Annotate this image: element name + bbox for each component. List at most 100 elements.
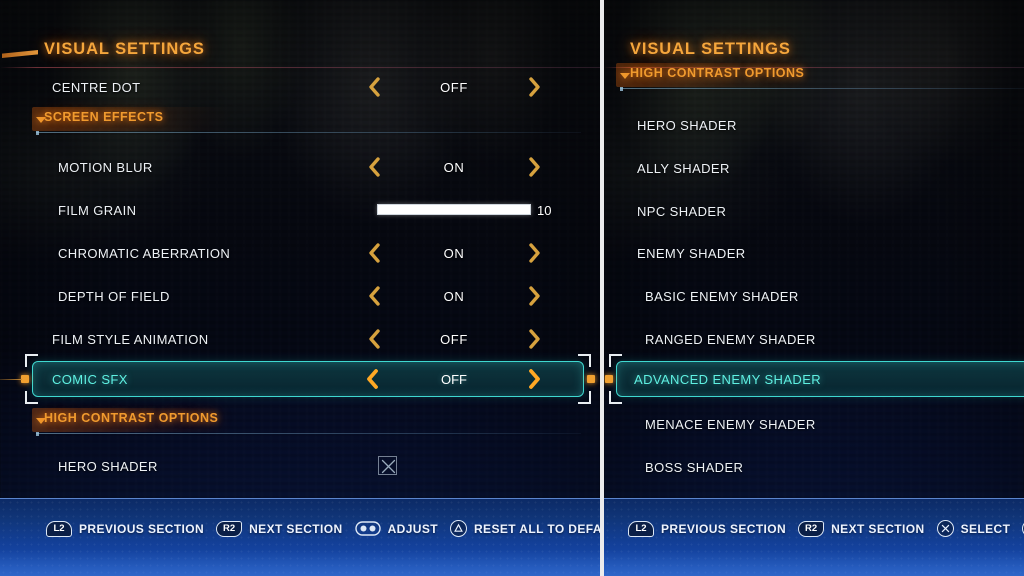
hint-previous-section[interactable]: L2 PREVIOUS SECTION	[628, 520, 787, 537]
section-header-high-contrast-options[interactable]: HIGH CONTRAST OPTIONS	[0, 408, 600, 437]
setting-label: NPC SHADER	[637, 203, 727, 219]
right-footer-bar: L2PREVIOUS SECTIONR2NEXT SECTIONSELECTRE…	[604, 498, 1024, 576]
setting-label: ENEMY SHADER	[637, 245, 746, 261]
selection-bracket-bl	[25, 391, 38, 404]
setting-label: DEPTH OF FIELD	[58, 288, 170, 304]
setting-row-menace-enemy-shader[interactable]: MENACE ENEMY SHADER	[604, 403, 1024, 445]
setting-label: CENTRE DOT	[52, 79, 141, 95]
setting-label: FILM STYLE ANIMATION	[52, 331, 209, 347]
hint-label: NEXT SECTION	[249, 521, 343, 536]
r2-button-icon: R2	[798, 520, 825, 537]
selection-marker-l	[21, 375, 29, 383]
decrement-arrow-icon[interactable]	[365, 369, 379, 389]
setting-label: HERO SHADER	[637, 117, 737, 133]
increment-arrow-icon[interactable]	[528, 329, 542, 349]
increment-arrow-icon[interactable]	[528, 157, 542, 177]
hint-reset-all-to-default[interactable]: RESET ALL TO DEFAULT	[449, 520, 600, 537]
hint-next-section[interactable]: R2 NEXT SECTION	[216, 520, 343, 537]
left-footer-bar: L2 PREVIOUS SECTION R2 NEXT SECTION ADJUST RE…	[0, 498, 600, 576]
r2-button-icon: R2	[216, 520, 243, 537]
decrement-arrow-icon[interactable]	[367, 243, 381, 263]
l2-button-icon: L2	[46, 520, 72, 537]
setting-row-chromatic-aberration[interactable]: CHROMATIC ABERRATION ON	[0, 232, 600, 274]
setting-row-enemy-shader[interactable]: ENEMY SHADER	[604, 232, 1024, 274]
hint-label: ADJUST	[387, 521, 438, 536]
cross-button-icon	[936, 520, 954, 537]
setting-row-comic-sfx-selected[interactable]: COMIC SFX OFF	[0, 354, 595, 404]
selection-marker-r	[587, 375, 595, 383]
hint-select[interactable]: SELECT	[936, 520, 1011, 537]
setting-row-boss-shader[interactable]: BOSS SHADER	[604, 446, 1024, 488]
settings-screen: VISUAL SETTINGS CENTRE DOT OFF SCREEN EFFE…	[0, 0, 1024, 576]
page-title: VISUAL SETTINGS	[630, 40, 791, 58]
selection-bracket-tl	[25, 354, 38, 367]
setting-label: COMIC SFX	[52, 372, 128, 387]
left-panel-header: VISUAL SETTINGS	[0, 36, 600, 68]
setting-row-depth-of-field[interactable]: DEPTH OF FIELD ON	[0, 275, 600, 317]
selection-bracket-tl	[609, 354, 622, 367]
setting-value: OFF	[441, 372, 467, 387]
checkbox-hero-shader[interactable]	[378, 456, 397, 475]
selection-bracket-tr	[578, 354, 591, 367]
setting-row-advanced-enemy-shader-selected[interactable]: ADVANCED ENEMY SHADER	[605, 354, 1024, 404]
setting-value: ON	[443, 159, 465, 175]
hint-label: RESET ALL TO DEFAULT	[473, 521, 600, 536]
setting-row-ranged-enemy-shader[interactable]: RANGED ENEMY SHADER	[604, 318, 1024, 360]
right-settings-list[interactable]: HIGH CONTRAST OPTIONS HERO SHADER ALLY SHA…	[604, 63, 1024, 498]
hint-label: PREVIOUS SECTION	[661, 521, 787, 536]
setting-row-motion-blur[interactable]: MOTION BLUR ON	[0, 146, 600, 188]
setting-label: BOSS SHADER	[645, 459, 744, 475]
section-header-label: HIGH CONTRAST OPTIONS	[44, 411, 219, 425]
left-button-hints: L2 PREVIOUS SECTION R2 NEXT SECTION ADJUST RE…	[0, 520, 600, 537]
setting-label: HERO SHADER	[58, 458, 158, 474]
decrement-arrow-icon[interactable]	[367, 329, 381, 349]
setting-label: FILM GRAIN	[58, 202, 137, 218]
section-header-high-contrast-options[interactable]: HIGH CONTRAST OPTIONS	[604, 63, 1024, 92]
setting-label: MENACE ENEMY SHADER	[645, 416, 816, 432]
slider-value: 10	[537, 202, 552, 218]
decrement-arrow-icon[interactable]	[367, 157, 381, 177]
setting-row-ally-shader[interactable]: ALLY SHADER	[604, 147, 1024, 189]
setting-label: ALLY SHADER	[637, 160, 730, 176]
setting-row-film-style-animation[interactable]: FILM STYLE ANIMATION OFF	[0, 318, 600, 360]
left-settings-list[interactable]: CENTRE DOT OFF SCREEN EFFECTS MOTION BLUR ON…	[0, 66, 600, 498]
setting-label: MOTION BLUR	[58, 159, 153, 175]
increment-arrow-icon[interactable]	[528, 243, 542, 263]
page-title: VISUAL SETTINGS	[44, 40, 205, 58]
setting-value: ON	[443, 245, 465, 261]
setting-row-npc-shader[interactable]: NPC SHADER	[604, 190, 1024, 232]
setting-row-hero-shader[interactable]: HERO SHADER	[604, 104, 1024, 146]
setting-value: OFF	[440, 79, 468, 95]
increment-arrow-icon[interactable]	[528, 77, 542, 97]
section-divider	[620, 87, 1024, 91]
setting-value: ON	[443, 288, 465, 304]
triangle-button-icon	[449, 520, 467, 537]
right-settings-panel: VISUAL SETTINGS HIGH CONTRAST OPTIONS HER…	[604, 0, 1024, 576]
increment-arrow-icon[interactable]	[528, 286, 542, 306]
right-button-hints: L2PREVIOUS SECTIONR2NEXT SECTIONSELECTRE…	[604, 520, 1024, 537]
selection-bracket-br	[578, 391, 591, 404]
section-header-screen-effects[interactable]: SCREEN EFFECTS	[0, 107, 600, 136]
setting-row-hero-shader[interactable]: HERO SHADER	[0, 445, 600, 487]
setting-row-centre-dot[interactable]: CENTRE DOT OFF	[0, 66, 600, 108]
hint-label: PREVIOUS SECTION	[79, 521, 205, 536]
selection-tether-line	[0, 379, 22, 380]
slider-film-grain[interactable]	[377, 204, 531, 215]
left-settings-panel: VISUAL SETTINGS CENTRE DOT OFF SCREEN EFFE…	[0, 0, 600, 576]
hint-next-section[interactable]: R2 NEXT SECTION	[798, 520, 924, 537]
decrement-arrow-icon[interactable]	[367, 77, 381, 97]
setting-row-film-grain[interactable]: FILM GRAIN 10	[0, 189, 600, 231]
hint-previous-section[interactable]: L2 PREVIOUS SECTION	[46, 520, 205, 537]
decrement-arrow-icon[interactable]	[367, 286, 381, 306]
section-header-label: HIGH CONTRAST OPTIONS	[630, 66, 805, 80]
setting-row-basic-enemy-shader[interactable]: BASIC ENEMY SHADER	[604, 275, 1024, 317]
increment-arrow-icon[interactable]	[528, 369, 542, 389]
hint-adjust[interactable]: ADJUST	[354, 521, 438, 536]
hint-label: SELECT	[960, 521, 1011, 536]
analog-sticks-icon	[354, 521, 381, 536]
section-header-label: SCREEN EFFECTS	[44, 110, 164, 124]
section-divider	[36, 131, 581, 135]
l2-button-icon: L2	[628, 520, 654, 537]
header-decoration-icon	[2, 50, 38, 58]
setting-label: BASIC ENEMY SHADER	[645, 288, 799, 304]
